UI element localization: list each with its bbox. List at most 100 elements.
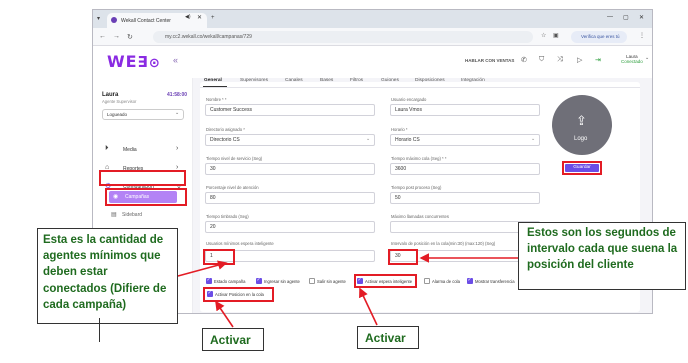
ingresar-sin-agente-label: Ingresar sin agente <box>264 279 300 284</box>
usuario-label: Usuario encargado <box>391 97 427 102</box>
logout-icon[interactable]: ⇥ <box>595 56 601 64</box>
save-button[interactable]: Guardar <box>565 164 599 172</box>
annotation-agentes-minimos: Esta es la cantidad de agentes mínimos q… <box>37 228 178 324</box>
reload-icon[interactable]: ↻ <box>127 33 133 41</box>
hablar-ventas-link[interactable]: HABLAR CON VENTAS <box>465 58 514 63</box>
horario-value: Horario CS <box>395 137 420 143</box>
chevron-down-icon: ⌄ <box>531 136 536 142</box>
usuario-value: Laura Vmos <box>395 107 422 113</box>
chevron-right-icon: › <box>176 145 179 152</box>
maximize-icon[interactable]: ▢ <box>623 14 629 21</box>
browser-menu-icon[interactable]: ⋮ <box>639 32 645 39</box>
url-field[interactable]: my.cc2.wekall.co/wekall/campanas/729 <box>153 31 533 43</box>
porcentaje-input[interactable]: 80 <box>205 192 375 204</box>
annotation-activar-1: Activar <box>202 328 264 351</box>
directorio-label: Directorio asignado * <box>206 127 245 132</box>
speaker-icon[interactable]: ◀) <box>185 14 191 20</box>
collapse-sidebar-icon[interactable]: « <box>173 55 178 65</box>
highlight-posicion-cola <box>203 287 274 302</box>
tab-canales[interactable]: Canales <box>285 78 303 83</box>
upload-icon: ⇪ <box>576 113 587 128</box>
tab-supervisores[interactable]: Supervisores <box>240 78 268 83</box>
ingresar-sin-agente-checkbox[interactable] <box>256 277 262 284</box>
sidebar-item-sidebard[interactable]: Sidebard <box>122 212 142 218</box>
tab-disposiciones[interactable]: Disposiciones <box>415 78 445 83</box>
url-text: my.cc2.wekall.co/wekall/campanas/729 <box>165 34 252 40</box>
tab-general[interactable]: General <box>204 78 222 83</box>
annotation-activar-2: Activar <box>357 326 419 349</box>
play-circle-icon: ⏵ <box>105 145 109 152</box>
forward-icon[interactable]: → <box>113 33 120 40</box>
tab-bases[interactable]: Bases <box>320 78 333 83</box>
extension-icon[interactable]: ▣ <box>553 32 559 39</box>
tab-menu-icon[interactable]: ▾ <box>97 15 100 22</box>
post-proceso-input[interactable]: 50 <box>390 192 540 204</box>
estado-campana-checkbox[interactable] <box>206 277 212 284</box>
address-bar-row: ← → ↻ my.cc2.wekall.co/wekall/campanas/7… <box>93 28 652 46</box>
timbrado-value: 20 <box>210 224 216 230</box>
star-icon[interactable]: ☆ <box>541 32 546 39</box>
vertical-divider <box>99 318 100 342</box>
minimize-icon[interactable]: — <box>607 14 613 20</box>
tab-favicon-icon <box>111 17 117 23</box>
sidebar-item-label: Media <box>123 147 137 153</box>
sidebar-item-label: Campañas <box>125 194 150 200</box>
post-proceso-value: 50 <box>395 195 401 201</box>
tab-integracion[interactable]: Integración <box>461 78 485 83</box>
close-window-icon[interactable]: ✕ <box>639 14 644 21</box>
transfer-icon[interactable]: ⤨ <box>557 56 563 64</box>
phone-icon[interactable]: ✆ <box>521 56 527 64</box>
status-value: Logueado <box>107 112 128 117</box>
intervalo-label: Intervalo de posición en la cola(min:30)… <box>391 241 496 246</box>
tiempo-servicio-value: 30 <box>210 166 216 172</box>
nombre-label: Nombre * * <box>206 97 227 102</box>
alarma-cola-label: Alarma de cola <box>432 279 460 284</box>
sidebar-item-campanas[interactable]: ◉ Campañas <box>109 191 177 203</box>
timbrado-input[interactable]: 20 <box>205 221 375 233</box>
chevron-down-icon: ⌄ <box>175 110 180 116</box>
play-icon[interactable]: ▷ <box>577 56 582 64</box>
new-tab-icon[interactable]: + <box>211 15 215 21</box>
tiempo-cola-input[interactable]: 3600 <box>390 163 540 175</box>
user-chevron-icon[interactable]: ⌄ <box>645 55 649 61</box>
tiempo-servicio-input[interactable]: 30 <box>205 163 375 175</box>
browser-tab-bar: ▾ Wekall Contact Center ◀) ✕ + — ▢ ✕ <box>93 10 652 28</box>
horario-select[interactable]: Horario CS <box>390 134 540 146</box>
highlight-usuarios-min <box>203 249 235 265</box>
estado-campana-label: Estado campaña <box>214 279 246 284</box>
nombre-input[interactable]: Customer Success <box>205 104 375 116</box>
tiempo-cola-label: Tiempo máximo cola (Seg) * * <box>391 156 447 161</box>
tab-divider <box>200 87 640 88</box>
wekall-logo: WE∃⊙ <box>107 52 161 71</box>
directorio-select[interactable]: Directorio CS <box>205 134 375 146</box>
tab-guiones[interactable]: Guiones <box>381 78 399 83</box>
directorio-value: Directorio CS <box>210 137 240 143</box>
logo-text: WE <box>107 52 138 71</box>
salir-sin-agente-checkbox[interactable] <box>309 278 315 284</box>
app-header: WE∃⊙ « HABLAR CON VENTAS ✆ ⛉ ⤨ ▷ ⇥ Laura… <box>93 46 652 78</box>
highlight-configuracion <box>99 170 186 186</box>
filter-icon[interactable]: ⛉ <box>539 56 544 64</box>
user-menu[interactable]: Laura Conectado <box>621 54 643 64</box>
sidebar-item-media[interactable]: ⏵ Media › <box>102 143 184 157</box>
tiempo-servicio-label: Tiempo nivel de servicio (Seg) <box>206 156 263 161</box>
alarma-cola-checkbox[interactable] <box>424 278 430 284</box>
logo-label: Logo <box>574 136 588 142</box>
tab-filtros[interactable]: Filtros <box>350 78 363 83</box>
highlight-intervalo <box>388 249 418 265</box>
close-tab-icon[interactable]: ✕ <box>197 14 202 21</box>
back-icon[interactable]: ← <box>99 33 106 40</box>
tab-title: Wekall Contact Center <box>121 17 171 24</box>
verify-chip[interactable]: Verifica que eres tú <box>571 31 627 43</box>
mostrar-transferencia-label: Mostrar transferencia <box>475 279 515 284</box>
porcentaje-value: 80 <box>210 195 216 201</box>
mostrar-transferencia-checkbox[interactable] <box>467 277 473 284</box>
save-button-highlight: Guardar <box>562 161 602 175</box>
status-select[interactable]: Logueado <box>102 109 184 120</box>
tiempo-cola-value: 3600 <box>395 166 407 172</box>
agent-timer: 41:58:00 <box>167 92 188 98</box>
horario-label: Horario * <box>391 127 408 132</box>
usuario-select[interactable]: Laura Vmos <box>390 104 540 116</box>
sidebar-sub-icon: ▤ <box>111 212 117 218</box>
browser-tab[interactable]: Wekall Contact Center ◀) ✕ <box>107 13 207 28</box>
